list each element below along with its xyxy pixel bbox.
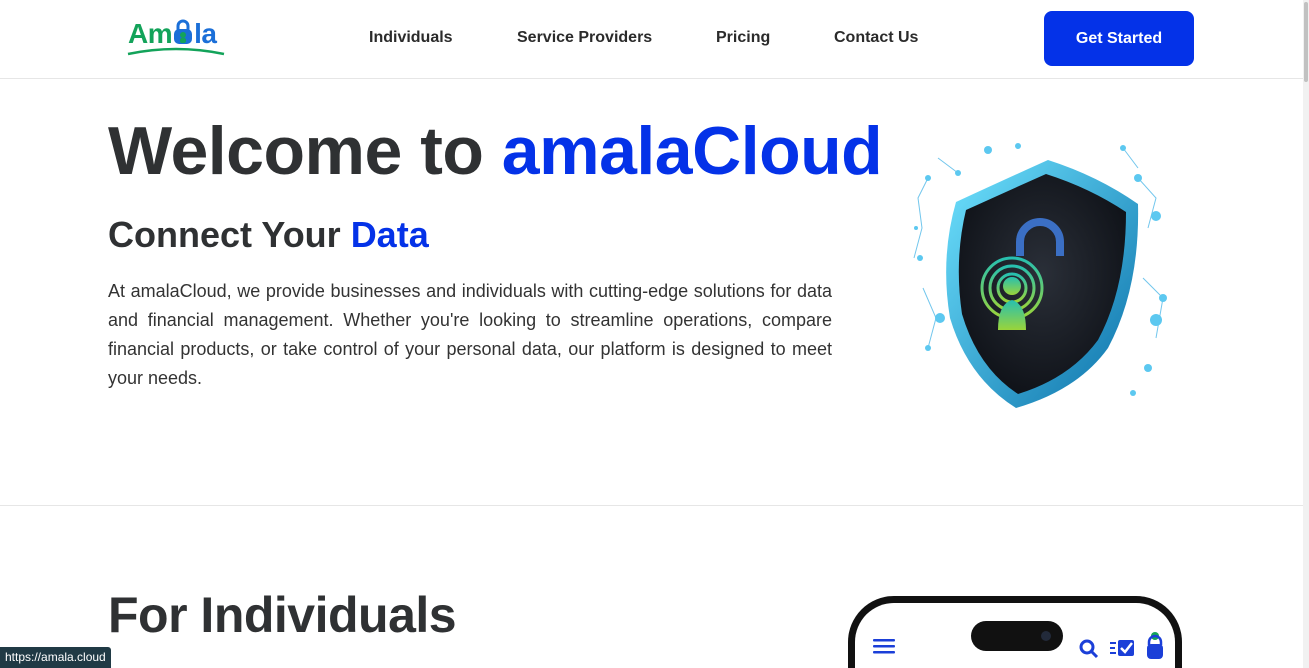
status-bar-url: https://amala.cloud <box>0 647 111 668</box>
hero-title: Welcome to amalaCloud <box>108 112 883 190</box>
logo-swoosh-icon <box>127 47 225 56</box>
phone-notch <box>971 621 1063 651</box>
get-started-button[interactable]: Get Started <box>1044 11 1194 66</box>
section-title-individuals: For Individuals <box>108 587 457 643</box>
shield-illustration <box>913 143 1167 408</box>
scrollbar-thumb[interactable] <box>1304 2 1308 82</box>
search-icon[interactable] <box>1079 639 1099 659</box>
nav-contact-us[interactable]: Contact Us <box>834 29 918 47</box>
hero-title-prefix: Welcome to <box>108 113 502 189</box>
camera-icon <box>1041 631 1051 641</box>
hero-subtitle-accent: Data <box>350 214 429 255</box>
nav-individuals[interactable]: Individuals <box>369 29 453 47</box>
section-divider <box>0 505 1303 506</box>
nav-pricing[interactable]: Pricing <box>716 29 770 47</box>
user-icon[interactable] <box>1145 631 1165 661</box>
amala-logo[interactable]: Am la <box>126 12 226 60</box>
phone-mockup <box>848 596 1182 668</box>
check-icon[interactable] <box>1110 638 1136 658</box>
page-scrollbar[interactable] <box>1303 0 1309 668</box>
hero-subtitle-prefix: Connect Your <box>108 214 351 255</box>
hero-description: At amalaCloud, we provide businesses and… <box>108 281 832 388</box>
hero-title-brand: amalaCloud <box>501 113 883 189</box>
hero-subtitle: Connect Your Data <box>108 214 429 256</box>
menu-icon[interactable] <box>873 638 895 654</box>
site-header: Am la Individuals Service Providers Prici… <box>0 0 1303 79</box>
nav-service-providers[interactable]: Service Providers <box>517 29 652 47</box>
